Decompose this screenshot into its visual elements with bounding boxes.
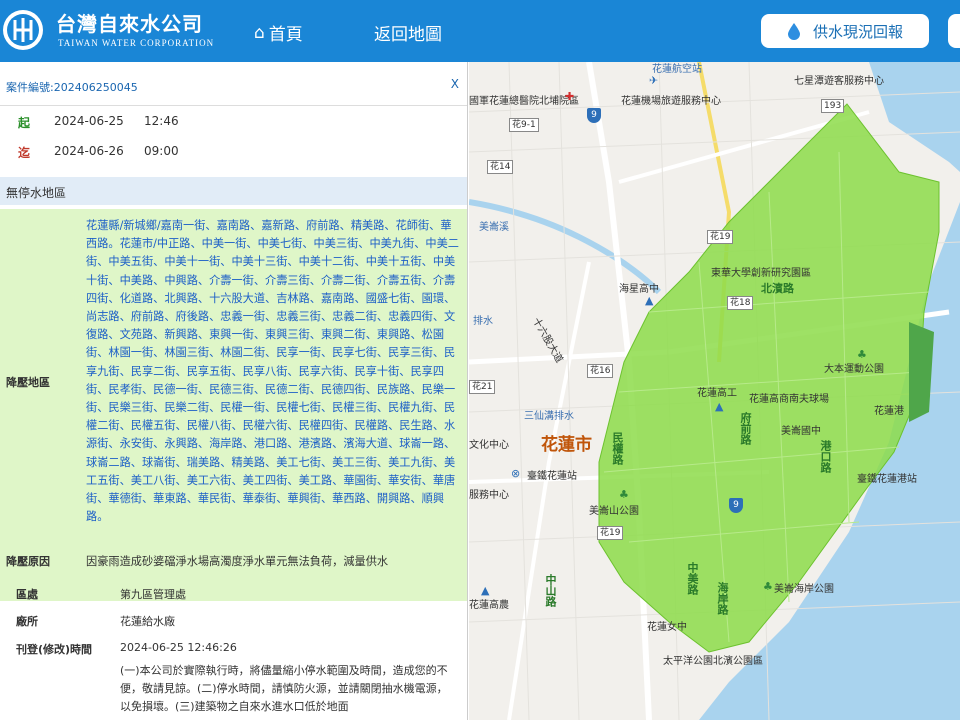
start-date: 2024-06-25 xyxy=(54,114,124,128)
end-date: 2024-06-26 xyxy=(54,144,124,158)
meilun-river-label: 美崙溪 xyxy=(479,222,509,233)
outage-map[interactable]: 花蓮航空站 國軍花蓮總醫院北埔院區 ✚ ✈ 花蓮機場旅遊服務中心 七星潭遊客服務… xyxy=(469,62,960,720)
hualien-port-area-label[interactable]: 花蓮港 xyxy=(874,402,904,417)
service-label[interactable]: 服務中心 xyxy=(469,486,509,501)
gangkou-road-label: 港口路 xyxy=(819,440,832,473)
school-icon[interactable]: ▲ xyxy=(645,294,653,307)
posted-time-row: 刊登(修改)時間 2024-06-25 12:46:26 xyxy=(0,635,467,661)
report-button-label: 供水現況回報 xyxy=(812,22,903,41)
route-shield: 193 xyxy=(821,99,845,113)
visitor-center-label[interactable]: 花蓮機場旅遊服務中心 xyxy=(621,92,721,107)
end-label: 迄 xyxy=(18,146,31,160)
haian-road-label: 海岸路 xyxy=(716,582,729,615)
district-label: 區處 xyxy=(16,588,38,601)
plant-value: 花蓮給水廠 xyxy=(120,615,175,628)
drainage-label: 排水 xyxy=(473,316,493,327)
outage-detail-panel: 案件編號:202406250045 X 起 2024-06-25 12:46 迄… xyxy=(0,62,468,720)
end-time-row: 迄 2024-06-26 09:00 xyxy=(0,136,467,166)
minquan-road-label: 民權路 xyxy=(611,432,624,465)
pacific-park-label[interactable]: 太平洋公園北濱公園區 xyxy=(663,652,763,667)
haixing-label[interactable]: 海星高中 xyxy=(619,280,659,295)
case-number: 案件編號:202406250045 xyxy=(6,81,138,94)
case-header: 案件編號:202406250045 X xyxy=(0,62,467,106)
start-time-row: 起 2024-06-25 12:46 xyxy=(0,106,467,136)
sanxian-label: 三仙溝排水 xyxy=(524,411,574,422)
pressure-reason-section: 降壓原因 因豪雨造成砂婆礑淨水場高濁度淨水單元無法負荷，減量供水 xyxy=(0,543,467,577)
beibin-road-label: 北濱路 xyxy=(761,282,794,295)
agri-high-label[interactable]: 花蓮高農 xyxy=(469,596,509,611)
district-row: 區處 第九區管理處 xyxy=(0,580,467,606)
park-icon[interactable]: ♣ xyxy=(763,580,773,593)
nav-back-to-map-link[interactable]: 返回地圖 xyxy=(374,20,442,45)
zhongshan-road-label: 中山路 xyxy=(544,574,557,607)
fuqian-road-label: 府前路 xyxy=(739,412,752,445)
dabenn-park-label[interactable]: 大本運動公園 xyxy=(824,360,884,375)
pressure-area-label: 降壓地區 xyxy=(6,376,50,389)
start-label: 起 xyxy=(18,116,31,130)
airport-icon[interactable]: ✈ xyxy=(649,74,658,87)
notice-text: (一)本公司於實際執行時，將儘量縮小停水範圍及時間，造成您的不便，敬請見諒。(二… xyxy=(120,664,448,713)
plant-row: 廠所 花蓮給水廠 xyxy=(0,607,467,633)
header-extra-button[interactable] xyxy=(948,14,960,48)
water-status-report-button[interactable]: 供水現況回報 xyxy=(761,14,929,48)
school-icon[interactable]: ▲ xyxy=(715,400,723,413)
donghua-label[interactable]: 東華大學創新研究園區 xyxy=(711,264,811,279)
water-drop-icon xyxy=(787,23,800,40)
route-shield: 花16 xyxy=(587,364,614,378)
hospital-label[interactable]: 國軍花蓮總醫院北埔院區 xyxy=(469,92,579,107)
pressure-reason-text: 因豪雨造成砂婆礑淨水場高濁度淨水單元無法負荷，減量供水 xyxy=(86,555,389,568)
start-time: 12:46 xyxy=(144,114,179,128)
zhongmei-road-label: 中美路 xyxy=(686,562,699,595)
route-shield: 花9-1 xyxy=(509,118,539,132)
gaogong-label[interactable]: 花蓮高工 xyxy=(697,384,737,399)
airport-label[interactable]: 花蓮航空站 xyxy=(652,62,702,75)
brand-name-en: TAIWAN WATER CORPORATION xyxy=(58,38,215,48)
route-shield: 花19 xyxy=(707,230,734,244)
school-icon[interactable]: ▲ xyxy=(481,584,489,597)
hualien-city-label: 花蓮市 xyxy=(541,435,592,455)
culture-center-label[interactable]: 文化中心 xyxy=(469,436,509,451)
train-icon[interactable]: ⊗ xyxy=(511,467,520,480)
meilun-coast-park-label[interactable]: 美崙海岸公園 xyxy=(774,580,834,595)
pressure-area-streets: 花蓮縣/新城鄉/嘉南一街、嘉南路、嘉新路、府前路、精美路、花師街、華西路。花蓮市… xyxy=(86,219,459,524)
hospital-icon[interactable]: ✚ xyxy=(565,90,574,103)
route-shield: 花14 xyxy=(487,160,514,174)
brand-name-cn: 台灣自來水公司 xyxy=(56,12,203,36)
plant-label: 廠所 xyxy=(16,615,38,628)
highway-shield: 9 xyxy=(587,108,601,123)
nav-home-label: 首頁 xyxy=(268,25,303,45)
district-value: 第九區管理處 xyxy=(120,588,186,601)
golf-label[interactable]: 花蓮高商南夫球場 xyxy=(749,390,829,405)
highway-shield: 9 xyxy=(729,498,743,513)
route-shield: 花19 xyxy=(597,526,624,540)
posted-time-value: 2024-06-25 12:46:26 xyxy=(120,641,237,654)
posted-time-label: 刊登(修改)時間 xyxy=(16,643,93,656)
park-icon[interactable]: ♣ xyxy=(619,488,629,501)
nav-home-link[interactable]: ⌂ 首頁 xyxy=(254,20,303,46)
park-icon[interactable]: ♣ xyxy=(857,348,867,361)
pressure-reason-label: 降壓原因 xyxy=(6,555,50,568)
qixingtan-label[interactable]: 七星潭遊客服務中心 xyxy=(794,72,884,87)
top-header: 台灣自來水公司 TAIWAN WATER CORPORATION ⌂ 首頁 返回… xyxy=(0,0,960,62)
end-time: 09:00 xyxy=(144,144,179,158)
meilunshan-park-label[interactable]: 美崙山公園 xyxy=(589,502,639,517)
meilun-junior-label[interactable]: 美崙國中 xyxy=(781,422,821,437)
route-shield: 花18 xyxy=(727,296,754,310)
no-stop-area-heading: 無停水地區 xyxy=(0,177,467,205)
station-label[interactable]: 臺鐵花蓮站 xyxy=(527,467,577,482)
route-shield: 花21 xyxy=(469,380,496,394)
home-icon: ⌂ xyxy=(254,22,265,43)
girls-high-label[interactable]: 花蓮女中 xyxy=(647,618,687,633)
taiwan-water-logo[interactable] xyxy=(0,6,46,54)
harbor-station-label[interactable]: 臺鐵花蓮港站 xyxy=(857,470,917,485)
close-icon[interactable]: X xyxy=(451,77,459,91)
